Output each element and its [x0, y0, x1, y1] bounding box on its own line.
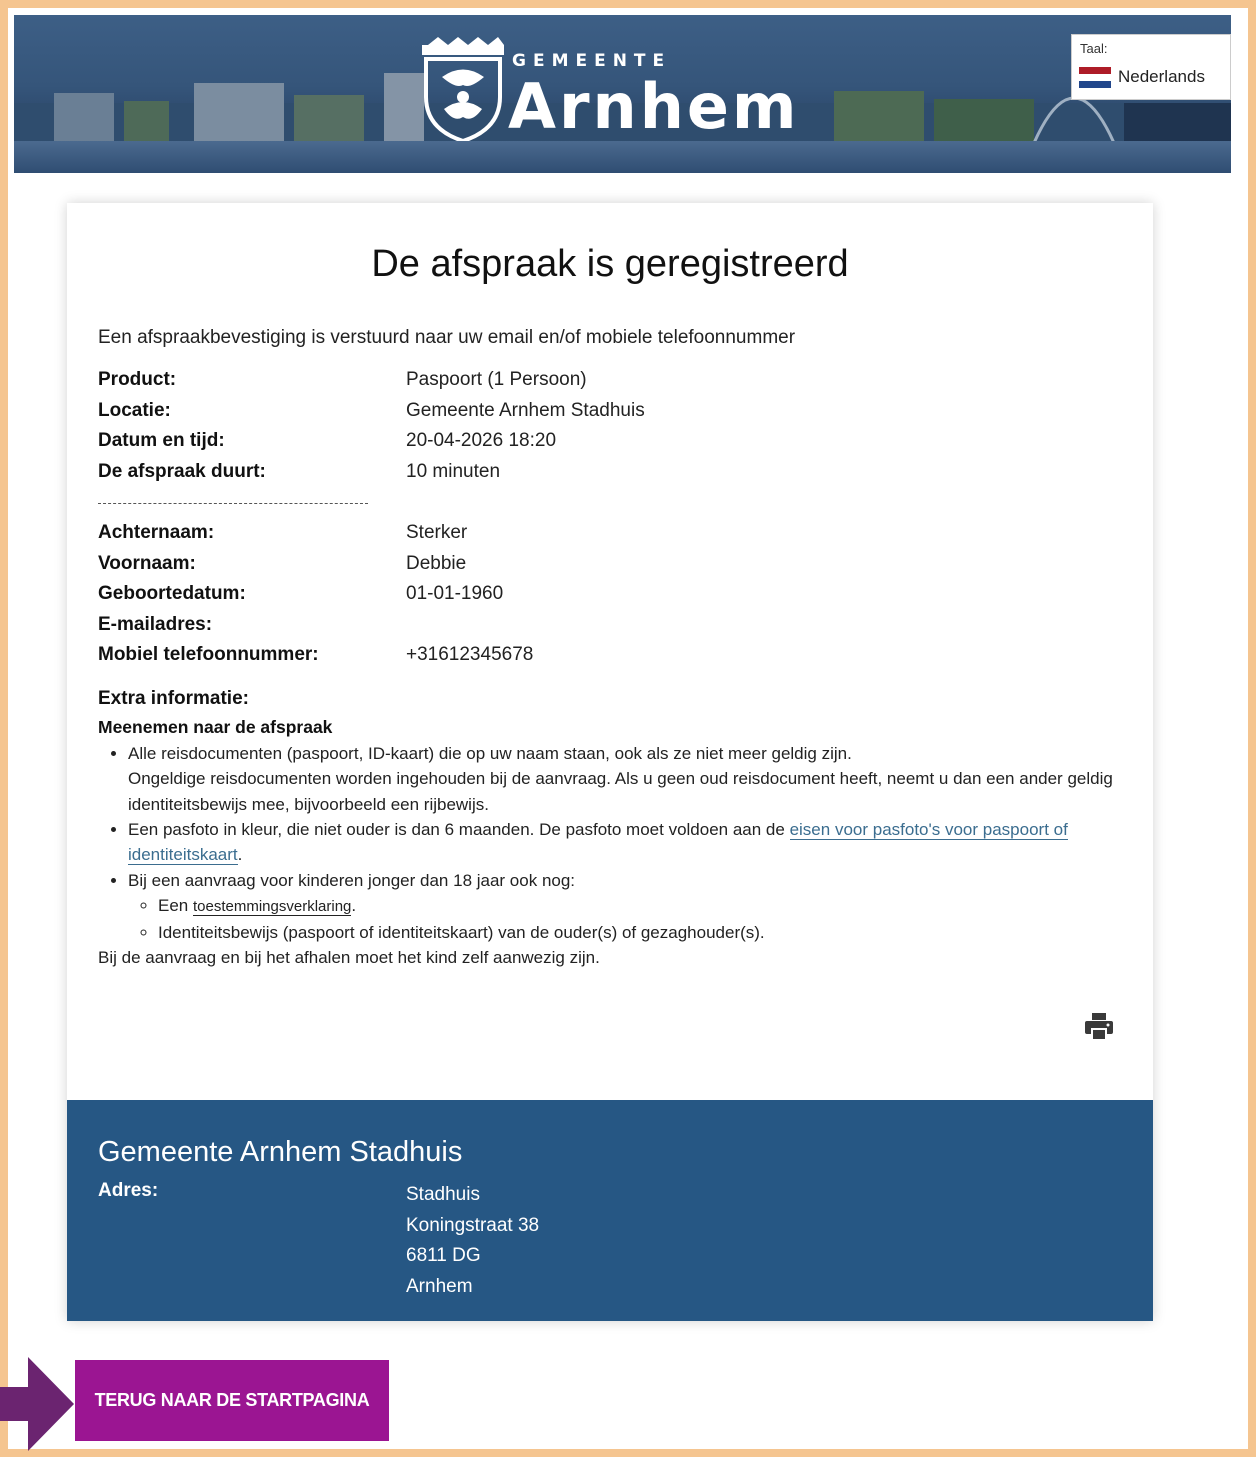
list-item-text: Een pasfoto in kleur, die niet ouder is …	[128, 820, 790, 840]
location-panel: Gemeente Arnhem Stadhuis Adres: Stadhuis…	[67, 1100, 1153, 1321]
detail-label: Geboortedatum:	[98, 583, 246, 605]
extra-heading: Extra informatie:	[98, 688, 249, 709]
divider	[98, 491, 1098, 522]
list-item-text: .	[237, 845, 243, 865]
detail-label: Datum en tijd:	[98, 430, 225, 452]
logo-arnhem-text: Arnhem	[508, 70, 800, 143]
detail-value: 20-04-2026 18:20	[406, 430, 557, 452]
detail-row-product: Product: Paspoort (1 Persoon)	[98, 369, 1098, 400]
list-item: Bij een aanvraag voor kinderen jonger da…	[128, 868, 1128, 945]
list-item-text: .	[351, 896, 357, 916]
address-label: Adres:	[98, 1180, 159, 1201]
list-item-text: Een	[158, 896, 193, 916]
arnhem-crest-icon	[422, 37, 504, 141]
detail-value: 10 minuten	[406, 460, 501, 482]
address-line: Stadhuis	[406, 1184, 480, 1205]
extra-information: Extra informatie: Meenemen naar de afspr…	[98, 686, 1128, 970]
list-item: Alle reisdocumenten (paspoort, ID-kaart)…	[128, 741, 1128, 817]
detail-row-lastname: Achternaam: Sterker	[98, 522, 1098, 553]
dutch-flag-icon	[1079, 67, 1111, 88]
print-icon[interactable]	[1084, 1013, 1114, 1041]
address-line: Arnhem	[406, 1275, 473, 1297]
detail-row-datetime: Datum en tijd: 20-04-2026 18:20	[98, 430, 1098, 461]
logo-gemeente-text: GEMEENTE	[512, 51, 672, 71]
location-name: Gemeente Arnhem Stadhuis	[98, 1136, 463, 1168]
back-to-start-button[interactable]: TERUG NAAR DE STARTPAGINA	[75, 1360, 389, 1441]
detail-row-location: Locatie: Gemeente Arnhem Stadhuis	[98, 400, 1098, 431]
detail-label: Voornaam:	[98, 552, 196, 574]
closing-note: Bij de aanvraag en bij het afhalen moet …	[98, 948, 600, 968]
detail-row-firstname: Voornaam: Debbie	[98, 553, 1098, 584]
list-item-text: Alle reisdocumenten (paspoort, ID-kaart)…	[128, 743, 852, 763]
detail-label: E-mailadres:	[98, 613, 213, 635]
address-lines: Stadhuis Koningstraat 38 6811 DG Arnhem	[406, 1180, 539, 1302]
list-item: Een pasfoto in kleur, die niet ouder is …	[128, 817, 1128, 868]
page-title: De afspraak is geregistreerd	[371, 243, 849, 285]
detail-value: Gemeente Arnhem Stadhuis	[406, 399, 645, 421]
confirmation-intro: Een afspraakbevestiging is verstuurd naa…	[98, 327, 796, 348]
detail-value: Paspoort (1 Persoon)	[406, 369, 587, 390]
detail-label: Achternaam:	[98, 521, 215, 543]
detail-value: +31612345678	[406, 644, 534, 666]
detail-row-email: E-mailadres:	[98, 614, 1098, 645]
list-item: Een toestemmingsverklaring.	[158, 893, 1128, 919]
list-item-text: Bij een aanvraag voor kinderen jonger da…	[128, 870, 576, 890]
list-item: Identiteitsbewijs (paspoort of identitei…	[158, 920, 1128, 945]
language-selector[interactable]: Taal: Nederlands	[1071, 34, 1231, 100]
detail-value: Debbie	[406, 552, 467, 574]
consent-form-link[interactable]: toestemmingsverklaring	[192, 898, 352, 917]
list-item-text: Ongeldige reisdocumenten worden ingehoud…	[128, 769, 1113, 814]
detail-label: Locatie:	[98, 399, 171, 421]
list-item-text: Identiteitsbewijs (paspoort of identitei…	[158, 922, 765, 942]
detail-label: De afspraak duurt:	[98, 460, 266, 482]
detail-row-duration: De afspraak duurt: 10 minuten	[98, 461, 1098, 492]
confirmation-card: De afspraak is geregistreerd Een afspraa…	[67, 203, 1153, 1321]
detail-label: Product:	[98, 369, 177, 390]
language-label: Taal:	[1080, 41, 1108, 56]
detail-row-phone: Mobiel telefoonnummer: +31612345678	[98, 644, 1098, 675]
language-value: Nederlands	[1118, 67, 1205, 86]
extra-subheading: Meenemen naar de afspraak	[98, 717, 333, 738]
bring-list: Alle reisdocumenten (paspoort, ID-kaart)…	[128, 741, 1128, 945]
children-sublist: Een toestemmingsverklaring. Identiteitsb…	[158, 893, 1128, 945]
detail-label: Mobiel telefoonnummer:	[98, 644, 319, 666]
address-line: Koningstraat 38	[406, 1214, 540, 1236]
appointment-details: Product: Paspoort (1 Persoon) Locatie: G…	[98, 369, 1098, 675]
address-line: 6811 DG	[406, 1245, 481, 1267]
header-banner: GEMEENTE Arnhem Taal: Nederlands	[14, 15, 1231, 173]
arrow-right-icon	[0, 1357, 74, 1451]
detail-row-birthdate: Geboortedatum: 01-01-1960	[98, 583, 1098, 614]
detail-value: 01-01-1960	[406, 583, 504, 605]
detail-value: Sterker	[406, 521, 468, 543]
river-water	[14, 141, 1231, 173]
